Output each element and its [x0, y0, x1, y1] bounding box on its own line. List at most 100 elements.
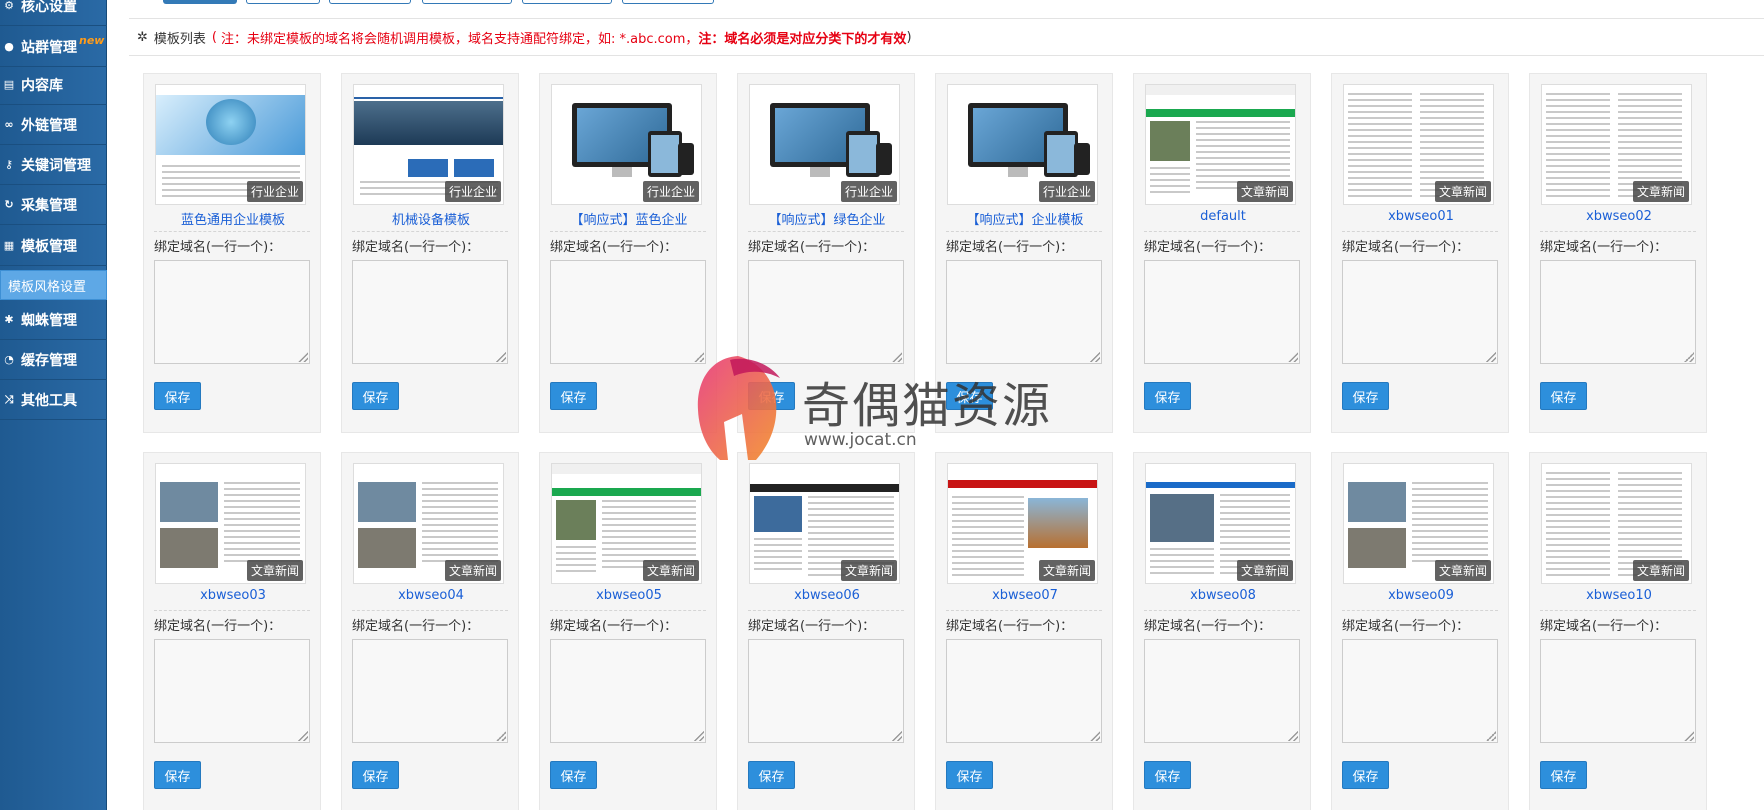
top-tab-button[interactable]	[622, 0, 714, 4]
save-button[interactable]: 保存	[550, 761, 597, 789]
template-name-link[interactable]: xbwseo09	[1332, 588, 1510, 603]
bind-domain-textarea[interactable]	[1144, 639, 1300, 743]
template-thumbnail[interactable]: 行业企业	[155, 84, 306, 205]
template-thumbnail[interactable]: 文章新闻	[1145, 84, 1296, 205]
bind-domain-textarea[interactable]	[946, 260, 1102, 364]
resize-grip-icon[interactable]	[1486, 352, 1496, 362]
sidebar-item-site-group[interactable]: ● 站群管理 new	[0, 27, 107, 67]
template-thumbnail[interactable]: 文章新闻	[1145, 463, 1296, 584]
resize-grip-icon[interactable]	[298, 731, 308, 741]
bind-domain-textarea[interactable]	[154, 260, 310, 364]
resize-grip-icon[interactable]	[1486, 731, 1496, 741]
bind-domain-textarea[interactable]	[1540, 639, 1696, 743]
template-thumbnail[interactable]: 文章新闻	[551, 463, 702, 584]
save-button[interactable]: 保存	[946, 382, 993, 410]
template-name-link[interactable]: default	[1134, 209, 1312, 224]
save-button[interactable]: 保存	[1342, 761, 1389, 789]
save-button[interactable]: 保存	[352, 761, 399, 789]
save-button[interactable]: 保存	[1144, 761, 1191, 789]
binding-note-plain: 注：未绑定模板的域名将会随机调用模板，域名支持通配符绑定，如: *.abc.co…	[221, 31, 699, 47]
sidebar-item-content[interactable]: ▤ 内容库	[0, 65, 107, 105]
save-button[interactable]: 保存	[154, 761, 201, 789]
template-thumbnail[interactable]: 文章新闻	[353, 463, 504, 584]
sidebar-subitem-template-style[interactable]: 模板风格设置	[0, 270, 107, 300]
bind-domain-textarea[interactable]	[550, 260, 706, 364]
save-button[interactable]: 保存	[748, 382, 795, 410]
bind-domain-textarea[interactable]	[550, 639, 706, 743]
template-name-link[interactable]: xbwseo04	[342, 588, 520, 603]
template-name-link[interactable]: xbwseo10	[1530, 588, 1708, 603]
resize-grip-icon[interactable]	[694, 352, 704, 362]
sidebar-item-collect[interactable]: ↻ 采集管理	[0, 185, 107, 225]
bind-domain-textarea[interactable]	[946, 639, 1102, 743]
template-thumbnail[interactable]: 文章新闻	[155, 463, 306, 584]
save-button[interactable]: 保存	[748, 761, 795, 789]
template-thumbnail[interactable]: 文章新闻	[1541, 463, 1692, 584]
template-name-link[interactable]: xbwseo05	[540, 588, 718, 603]
resize-grip-icon[interactable]	[298, 352, 308, 362]
bind-domain-textarea[interactable]	[748, 260, 904, 364]
template-thumbnail[interactable]: 行业企业	[551, 84, 702, 205]
save-button[interactable]: 保存	[1144, 382, 1191, 410]
template-name-link[interactable]: 【响应式】企业模板	[936, 209, 1114, 228]
template-thumbnail[interactable]: 文章新闻	[947, 463, 1098, 584]
template-thumbnail[interactable]: 行业企业	[749, 84, 900, 205]
save-button[interactable]: 保存	[154, 382, 201, 410]
card-divider	[550, 231, 706, 232]
template-thumbnail[interactable]: 行业企业	[353, 84, 504, 205]
template-name-link[interactable]: 机械设备模板	[342, 209, 520, 228]
top-tab-button[interactable]	[522, 0, 612, 4]
template-thumbnail[interactable]: 文章新闻	[749, 463, 900, 584]
resize-grip-icon[interactable]	[496, 352, 506, 362]
bind-domain-textarea[interactable]	[352, 260, 508, 364]
template-name-link[interactable]: 蓝色通用企业模板	[144, 209, 322, 228]
top-tab-button[interactable]	[246, 0, 320, 4]
bind-domain-textarea[interactable]	[748, 639, 904, 743]
save-button[interactable]: 保存	[550, 382, 597, 410]
sidebar-item-tools[interactable]: ⤨ 其他工具	[0, 380, 107, 420]
template-name-link[interactable]: xbwseo06	[738, 588, 916, 603]
template-name-link[interactable]: xbwseo03	[144, 588, 322, 603]
bind-domain-textarea[interactable]	[1342, 260, 1498, 364]
template-thumbnail[interactable]: 文章新闻	[1343, 463, 1494, 584]
sidebar-item-core-settings[interactable]: ⚙ 核心设置	[0, 0, 107, 26]
resize-grip-icon[interactable]	[1090, 352, 1100, 362]
template-thumbnail[interactable]: 行业企业	[947, 84, 1098, 205]
template-name-link[interactable]: 【响应式】绿色企业	[738, 209, 916, 228]
save-button[interactable]: 保存	[1540, 382, 1587, 410]
bind-domain-textarea[interactable]	[1342, 639, 1498, 743]
bind-domain-textarea[interactable]	[1540, 260, 1696, 364]
resize-grip-icon[interactable]	[1288, 352, 1298, 362]
top-tab-button[interactable]	[163, 0, 237, 4]
resize-grip-icon[interactable]	[1288, 731, 1298, 741]
template-name-link[interactable]: xbwseo01	[1332, 209, 1510, 224]
template-thumbnail[interactable]: 文章新闻	[1343, 84, 1494, 205]
sidebar-item-spider[interactable]: ✱ 蜘蛛管理	[0, 300, 107, 340]
top-tab-button[interactable]	[422, 0, 512, 4]
save-button[interactable]: 保存	[1540, 761, 1587, 789]
top-tab-button[interactable]	[329, 0, 411, 4]
resize-grip-icon[interactable]	[1684, 731, 1694, 741]
sidebar-item-keywords[interactable]: ⚷ 关键词管理	[0, 145, 107, 185]
bind-domain-textarea[interactable]	[154, 639, 310, 743]
resize-grip-icon[interactable]	[1684, 352, 1694, 362]
template-name-link[interactable]: xbwseo02	[1530, 209, 1708, 224]
resize-grip-icon[interactable]	[1090, 731, 1100, 741]
sidebar-item-cache[interactable]: ◔ 缓存管理	[0, 340, 107, 380]
resize-grip-icon[interactable]	[496, 731, 506, 741]
save-button[interactable]: 保存	[1342, 382, 1389, 410]
resize-grip-icon[interactable]	[694, 731, 704, 741]
save-button[interactable]: 保存	[352, 382, 399, 410]
template-name-link[interactable]: xbwseo08	[1134, 588, 1312, 603]
template-name-link[interactable]: xbwseo07	[936, 588, 1114, 603]
sidebar-item-links[interactable]: ∞ 外链管理	[0, 105, 107, 145]
save-button[interactable]: 保存	[946, 761, 993, 789]
template-thumbnail[interactable]: 文章新闻	[1541, 84, 1692, 205]
template-name-link[interactable]: 【响应式】蓝色企业	[540, 209, 718, 228]
template-category-tag: 文章新闻	[1236, 560, 1293, 581]
resize-grip-icon[interactable]	[892, 731, 902, 741]
resize-grip-icon[interactable]	[892, 352, 902, 362]
sidebar-item-templates[interactable]: ▦ 模板管理	[0, 226, 107, 266]
bind-domain-textarea[interactable]	[352, 639, 508, 743]
bind-domain-textarea[interactable]	[1144, 260, 1300, 364]
